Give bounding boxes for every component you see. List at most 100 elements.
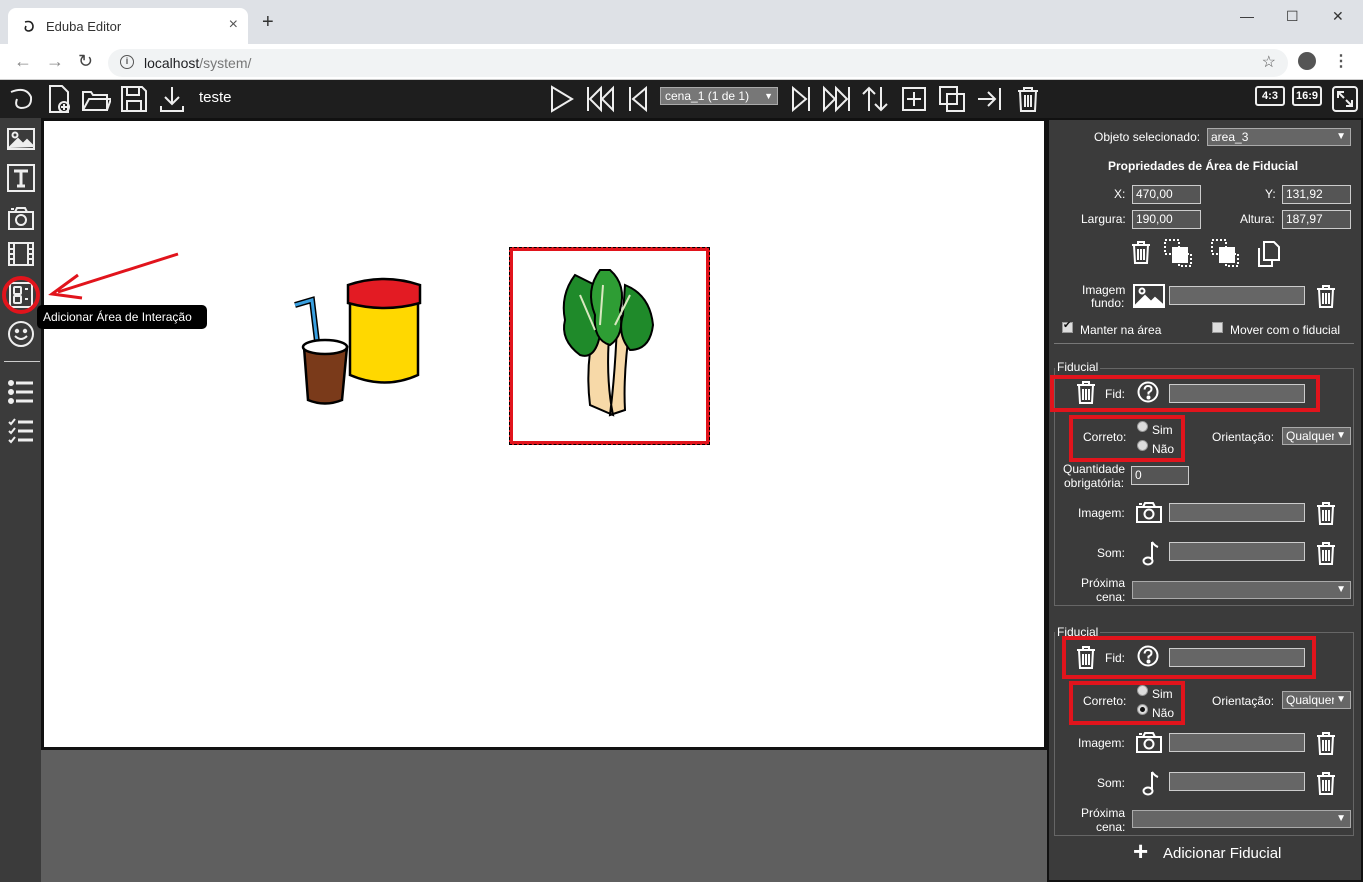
forward-arrow-icon[interactable]: → — [46, 52, 64, 70]
keep-area-checkbox[interactable] — [1062, 320, 1073, 333]
bookmark-star-icon[interactable]: ☆ — [1262, 52, 1276, 72]
delete-object-icon[interactable] — [1130, 240, 1152, 269]
info-icon[interactable]: i — [120, 55, 134, 69]
fiducial-image-delete-icon-1[interactable] — [1315, 501, 1337, 530]
tab-close-icon[interactable]: × — [229, 16, 238, 34]
fiducial-delete-icon-2[interactable] — [1075, 645, 1097, 674]
bg-image-icon[interactable] — [1133, 284, 1165, 313]
y-input[interactable]: 131,92 — [1282, 185, 1351, 204]
orientation-select-1[interactable]: Qualquer ▼ — [1282, 427, 1351, 445]
fid-input-2[interactable] — [1169, 648, 1305, 667]
goto-scene-icon[interactable] — [975, 84, 1005, 114]
fiducial-image-camera-icon-1[interactable] — [1135, 500, 1163, 529]
fid-help-icon-2[interactable] — [1137, 645, 1159, 672]
add-image-icon[interactable] — [7, 125, 35, 153]
bg-image-label-1: Imagem — [1082, 283, 1126, 297]
back-arrow-icon[interactable]: ← — [14, 52, 32, 70]
move-fiducial-checkbox[interactable] — [1212, 322, 1223, 333]
height-input[interactable]: 187,97 — [1282, 210, 1351, 229]
fiducial-sound-note-icon-2[interactable] — [1140, 769, 1160, 802]
next-scene-label-2b: cena: — [1096, 820, 1126, 834]
delete-scene-icon[interactable] — [1013, 84, 1043, 114]
fiducial-sound-delete-icon-2[interactable] — [1315, 771, 1337, 800]
account-avatar-icon[interactable] — [1298, 52, 1316, 70]
project-name: teste — [199, 89, 232, 106]
fid-help-icon-1[interactable] — [1137, 381, 1159, 408]
maximize-button[interactable]: ☐ — [1286, 8, 1299, 25]
tooltip: Adicionar Área de Interação — [37, 305, 207, 329]
add-text-icon[interactable] — [7, 164, 35, 192]
bring-forward-icon[interactable] — [1163, 238, 1193, 273]
copy-object-icon[interactable] — [1256, 240, 1282, 273]
next-scene-select-1[interactable]: ▼ — [1132, 581, 1351, 599]
reload-icon[interactable]: ↻ — [78, 52, 93, 70]
height-label: Altura: — [1240, 212, 1275, 226]
fiducial-sound-input-1[interactable] — [1169, 542, 1305, 561]
fiducial-sound-note-icon-1[interactable] — [1140, 539, 1160, 572]
correct-no-label-1: Não — [1152, 442, 1175, 456]
selected-object-select[interactable]: area_3 ▼ — [1207, 128, 1351, 146]
duplicate-scene-icon[interactable] — [937, 84, 967, 114]
add-scene-icon[interactable] — [899, 84, 929, 114]
play-icon[interactable] — [546, 84, 576, 114]
browser-tab[interactable]: Eduba Editor × — [8, 8, 248, 44]
next-scene-icon[interactable] — [785, 84, 815, 114]
orientation-label-1: Orientação: — [1212, 430, 1275, 444]
plus-icon: + — [1133, 836, 1149, 866]
new-file-icon[interactable] — [44, 84, 74, 114]
last-scene-icon[interactable] — [822, 84, 852, 114]
close-window-button[interactable]: ✕ — [1332, 8, 1344, 25]
correct-no-radio-1[interactable] — [1137, 440, 1148, 451]
list-icon[interactable] — [7, 378, 35, 406]
correct-yes-radio-2[interactable] — [1137, 685, 1148, 696]
correct-yes-label-2: Sim — [1152, 687, 1173, 701]
fiducial-image-delete-icon-2[interactable] — [1315, 731, 1337, 760]
move-fiducial-label: Mover com o fiducial — [1230, 323, 1341, 337]
qty-input-1[interactable]: 0 — [1131, 466, 1189, 485]
fiducial-image-input-2[interactable] — [1169, 733, 1305, 752]
fiducial-image-camera-icon-2[interactable] — [1135, 730, 1163, 759]
reorder-scenes-icon[interactable] — [860, 84, 890, 114]
x-input[interactable]: 470,00 — [1132, 185, 1201, 204]
save-icon[interactable] — [119, 84, 149, 114]
url-input[interactable]: i localhost/system/ ☆ — [108, 49, 1288, 77]
new-tab-button[interactable]: + — [262, 12, 274, 32]
checklist-icon[interactable] — [7, 417, 35, 445]
fiducial-image-input-1[interactable] — [1169, 503, 1305, 522]
fiducial-sound-input-2[interactable] — [1169, 772, 1305, 791]
fiducial-sound-delete-icon-1[interactable] — [1315, 541, 1337, 570]
orientation-label-2: Orientação: — [1212, 694, 1275, 708]
next-scene-select-2[interactable]: ▼ — [1132, 810, 1351, 828]
correct-no-radio-2[interactable] — [1137, 704, 1148, 715]
ratio-16-9-button[interactable]: 16:9 — [1292, 86, 1322, 106]
correct-yes-radio-1[interactable] — [1137, 421, 1148, 432]
x-label: X: — [1114, 187, 1126, 201]
drink-and-jar-image[interactable] — [290, 275, 425, 410]
width-input[interactable]: 190,00 — [1132, 210, 1201, 229]
add-emoji-icon[interactable] — [7, 320, 35, 348]
download-icon[interactable] — [157, 84, 187, 114]
correct-label-1: Correto: — [1083, 430, 1127, 444]
browser-tab-bar: Eduba Editor × + — ☐ ✕ — [0, 0, 1363, 44]
first-scene-icon[interactable] — [585, 84, 615, 114]
fullscreen-icon[interactable] — [1330, 84, 1360, 114]
sidebar-divider — [4, 361, 40, 362]
browser-menu-icon[interactable]: ⋮ — [1333, 51, 1349, 71]
canvas-offstage-area — [41, 750, 1047, 882]
add-camera-icon[interactable] — [7, 204, 35, 232]
open-folder-icon[interactable] — [81, 84, 113, 114]
fid-input-1[interactable] — [1169, 384, 1305, 403]
previous-scene-icon[interactable] — [624, 84, 654, 114]
ratio-4-3-button[interactable]: 4:3 — [1255, 86, 1285, 106]
fiducial-delete-icon-1[interactable] — [1075, 380, 1097, 409]
sound-label-1: Som: — [1097, 546, 1126, 560]
orientation-select-2[interactable]: Qualquer ▼ — [1282, 691, 1351, 709]
scene-select[interactable]: cena_1 (1 de 1) ▼ — [660, 87, 778, 105]
bg-image-input[interactable] — [1169, 286, 1305, 305]
add-fiducial-label: Adicionar Fiducial — [1163, 845, 1282, 862]
send-backward-icon[interactable] — [1210, 238, 1240, 273]
bg-image-delete-icon[interactable] — [1315, 284, 1337, 313]
address-bar-row: ← → ↻ i localhost/system/ ☆ — [0, 44, 1363, 80]
tab-title: Eduba Editor — [46, 19, 122, 34]
minimize-button[interactable]: — — [1240, 8, 1254, 24]
